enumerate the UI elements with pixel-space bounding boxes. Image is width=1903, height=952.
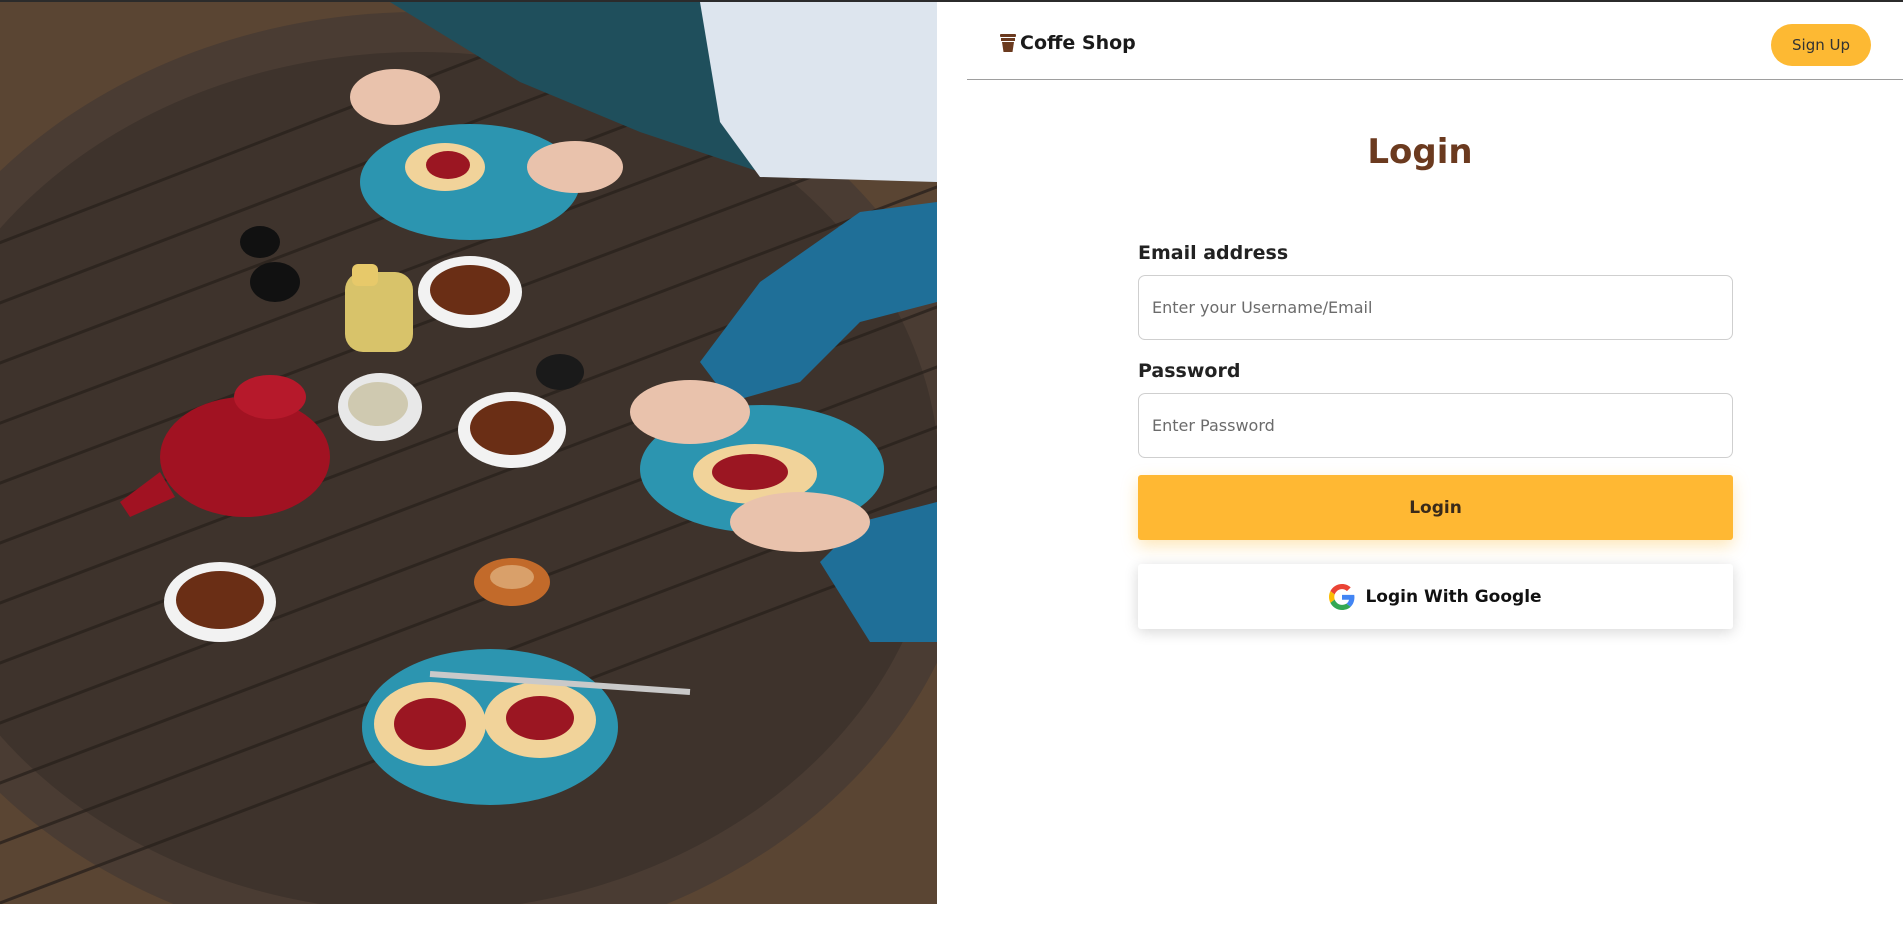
hero-photo-illustration xyxy=(0,2,937,904)
login-button[interactable]: Login xyxy=(1138,475,1733,540)
google-icon xyxy=(1329,583,1355,610)
email-label: Email address xyxy=(1138,242,1289,264)
password-label: Password xyxy=(1138,360,1241,382)
password-input[interactable] xyxy=(1138,393,1733,458)
coffee-cup-icon xyxy=(1000,34,1016,52)
brand-name: Coffe Shop xyxy=(1020,32,1136,54)
hero-photo xyxy=(0,2,937,904)
sign-up-button[interactable]: Sign Up xyxy=(1771,24,1871,66)
email-input[interactable] xyxy=(1138,275,1733,340)
brand-logo[interactable]: Coffe Shop xyxy=(999,32,1136,54)
login-form: Email address Password Login Login With … xyxy=(1138,242,1733,629)
login-title: Login xyxy=(1367,132,1473,172)
google-login-label: Login With Google xyxy=(1365,586,1542,607)
google-login-button[interactable]: Login With Google xyxy=(1138,564,1733,629)
navbar: Coffe Shop Sign Up xyxy=(967,2,1903,80)
login-panel: Coffe Shop Sign Up Login Email address P… xyxy=(937,2,1903,952)
